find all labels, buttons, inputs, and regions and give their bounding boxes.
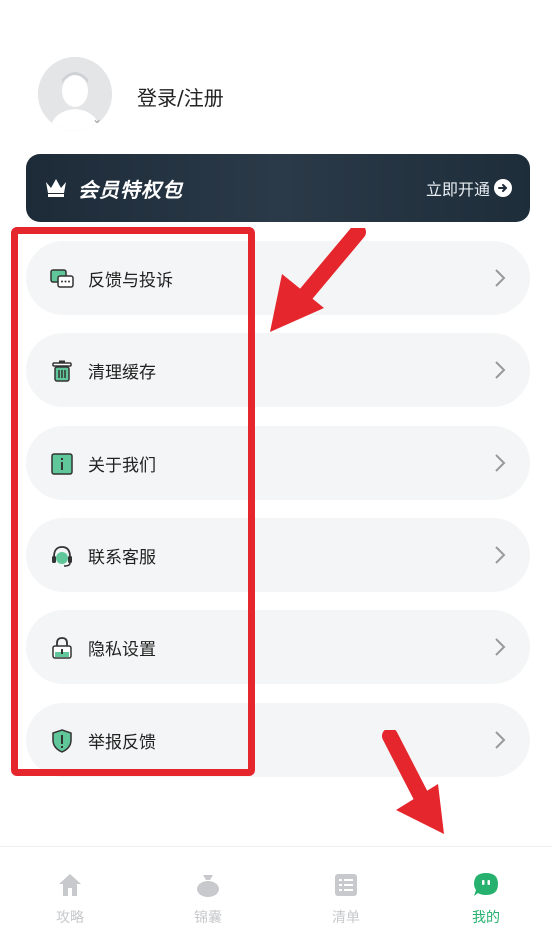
crown-icon bbox=[46, 179, 66, 197]
chevron-right-icon bbox=[495, 546, 506, 564]
list-icon bbox=[335, 874, 357, 896]
chevron-right-icon bbox=[495, 454, 506, 472]
tab-label: 清单 bbox=[332, 910, 360, 926]
bag-icon bbox=[197, 875, 219, 897]
login-register-link[interactable]: 登录/注册 bbox=[137, 82, 224, 111]
tab-label: 攻略 bbox=[56, 910, 84, 926]
tab-list[interactable]: 清单 bbox=[311, 871, 381, 927]
annotation-arrow-icon bbox=[382, 730, 444, 834]
arrow-right-circle-icon[interactable] bbox=[494, 179, 512, 197]
vip-title: 会员特权包 bbox=[78, 178, 183, 202]
tab-tips[interactable]: 锦囊 bbox=[173, 871, 243, 927]
chevron-right-icon bbox=[495, 269, 506, 287]
vip-banner[interactable]: 会员特权包 立即开通 bbox=[26, 154, 530, 222]
chat-face-icon bbox=[474, 873, 498, 896]
vip-open-button[interactable]: 立即开通 bbox=[426, 176, 490, 200]
bottom-tab-bar: 攻略 锦囊 清单 我的 bbox=[0, 846, 552, 944]
home-icon bbox=[59, 874, 81, 896]
annotation-highlight-box bbox=[11, 227, 255, 776]
annotation-arrow-icon bbox=[270, 228, 366, 332]
tab-label: 我的 bbox=[472, 910, 500, 926]
tab-mine[interactable]: 我的 bbox=[451, 871, 521, 927]
chevron-down-icon: ⌄ bbox=[92, 112, 103, 126]
tab-label: 锦囊 bbox=[194, 910, 222, 926]
chevron-right-icon bbox=[495, 731, 506, 749]
tab-strategy[interactable]: 攻略 bbox=[35, 871, 105, 927]
chevron-right-icon bbox=[495, 638, 506, 656]
chevron-right-icon bbox=[495, 361, 506, 379]
